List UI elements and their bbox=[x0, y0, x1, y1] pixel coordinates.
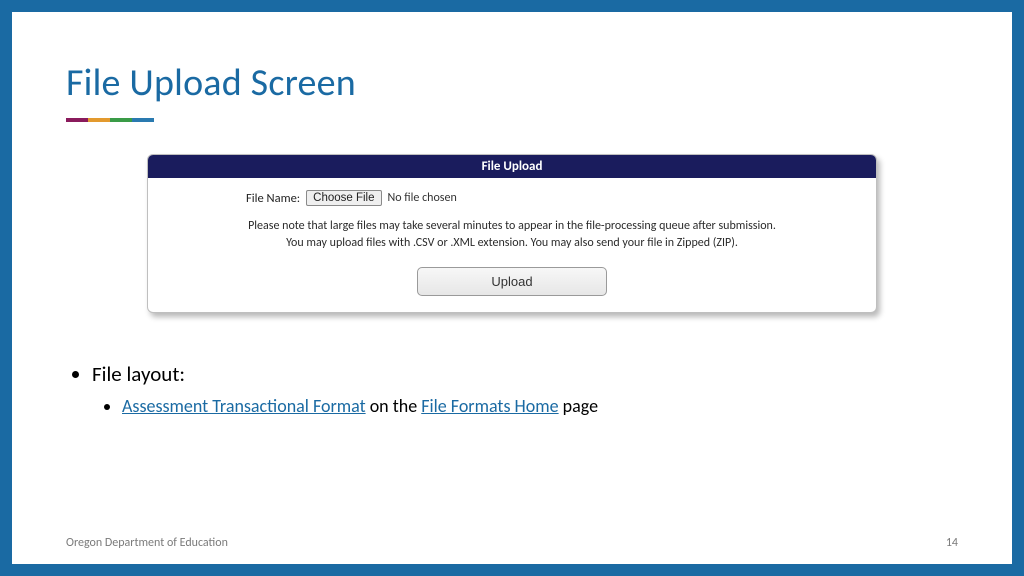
choose-file-button[interactable]: Choose File bbox=[306, 190, 381, 206]
link-assessment-format[interactable]: Assessment Transactional Format bbox=[122, 395, 366, 417]
link-file-formats-home[interactable]: File Formats Home bbox=[421, 395, 558, 417]
upload-note: Please note that large files may take se… bbox=[172, 218, 852, 253]
upload-panel-header: File Upload bbox=[148, 155, 876, 178]
file-row: File Name: Choose File No file chosen bbox=[246, 190, 852, 206]
upload-note-line-1: Please note that large files may take se… bbox=[248, 219, 776, 233]
slide-frame: File Upload Screen File Upload File Name… bbox=[0, 0, 1024, 576]
slide-body: File Upload Screen File Upload File Name… bbox=[12, 12, 1012, 564]
upload-note-line-2: You may upload files with .CSV or .XML e… bbox=[286, 236, 738, 250]
bullet-text-tail: page bbox=[559, 395, 598, 417]
upload-panel: File Upload File Name: Choose File No fi… bbox=[147, 154, 877, 313]
bullet-sub-links: Assessment Transactional Format on the F… bbox=[122, 395, 958, 417]
upload-panel-body: File Name: Choose File No file chosen Pl… bbox=[148, 178, 876, 312]
bullet-file-layout: File layout: bbox=[92, 361, 958, 387]
slide-title: File Upload Screen bbox=[66, 60, 958, 106]
no-file-chosen-text: No file chosen bbox=[388, 191, 457, 205]
file-name-label: File Name: bbox=[246, 191, 300, 206]
title-accent-rule bbox=[66, 118, 154, 122]
footer-org: Oregon Department of Education bbox=[66, 536, 228, 550]
bullet-list: File layout: Assessment Transactional Fo… bbox=[70, 361, 958, 417]
upload-button[interactable]: Upload bbox=[417, 267, 607, 296]
footer-page-number: 14 bbox=[946, 536, 958, 550]
upload-panel-container: File Upload File Name: Choose File No fi… bbox=[147, 154, 877, 313]
bullet-text-mid: on the bbox=[366, 395, 422, 417]
